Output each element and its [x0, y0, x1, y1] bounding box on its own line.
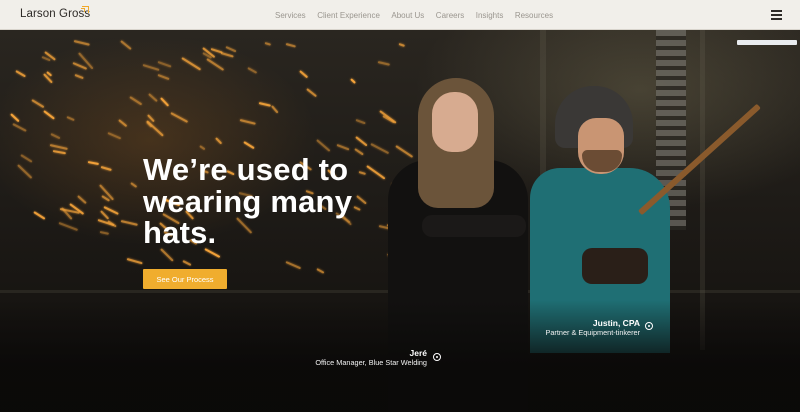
main-nav: Services Client Experience About Us Care… [275, 0, 565, 30]
nav-item-insights[interactable]: Insights [476, 11, 504, 20]
logo-mark-icon [81, 6, 89, 13]
see-our-process-button[interactable]: See Our Process [143, 269, 227, 289]
logo[interactable]: Larson Gross [20, 8, 90, 20]
person-tag-justin: Justin, CPA Partner & Equipment-tinkerer [520, 318, 641, 337]
nav-item-careers[interactable]: Careers [436, 11, 464, 20]
hero-headline: We’re used to wearing many hats. [143, 152, 353, 250]
page: Larson Gross Services Client Experience … [0, 0, 800, 412]
person-jere-arms [422, 215, 526, 237]
hotspot-jere-icon[interactable] [433, 353, 441, 361]
nav-item-client-experience[interactable]: Client Experience [317, 11, 380, 20]
person-name: Jeré [409, 348, 428, 358]
person-role: Partner & Equipment-tinkerer [545, 328, 641, 337]
hotspot-justin-icon[interactable] [645, 322, 653, 330]
hamburger-menu-icon[interactable] [771, 10, 782, 20]
site-header: Larson Gross Services Client Experience … [0, 0, 800, 30]
nav-item-resources[interactable]: Resources [515, 11, 553, 20]
person-tag-jere: Jeré Office Manager, Blue Star Welding [297, 348, 427, 367]
person-role: Office Manager, Blue Star Welding [315, 358, 427, 367]
welding-glove [582, 248, 648, 284]
nav-item-services[interactable]: Services [275, 11, 306, 20]
person-name: Justin, CPA [592, 318, 640, 328]
nav-item-about-us[interactable]: About Us [391, 11, 424, 20]
ceiling-light [737, 40, 797, 45]
person-jere-face [432, 92, 478, 152]
